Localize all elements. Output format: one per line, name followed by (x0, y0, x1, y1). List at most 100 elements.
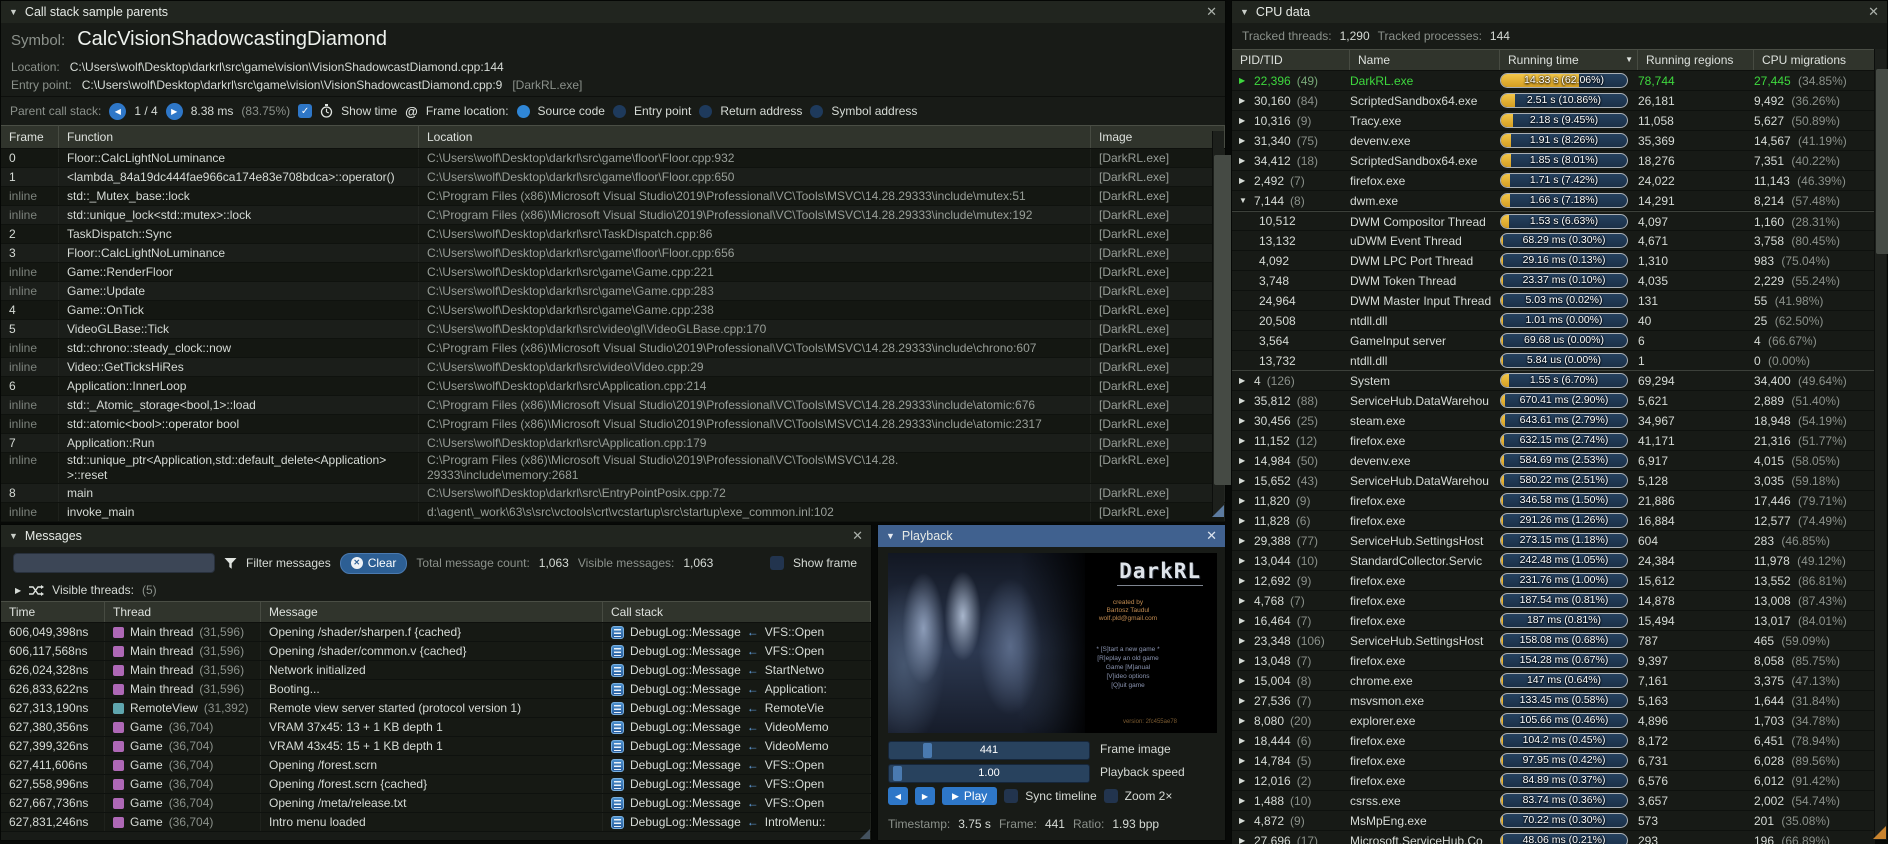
expand-arrow-icon[interactable]: ▶ (1239, 111, 1248, 130)
callstack-row[interactable]: inlinestd::unique_ptr<Application,std::d… (1, 453, 1225, 484)
expand-arrow-icon[interactable]: ▶ (1239, 771, 1248, 790)
message-row[interactable]: 606,049,398nsMain thread(31,596)Opening … (1, 623, 871, 642)
column-header[interactable]: Name (1350, 50, 1500, 70)
process-row[interactable]: 4,092DWM LPC Port Thread29.16 ms (0.13%)… (1232, 251, 1875, 271)
message-row[interactable]: 627,667,736nsGame(36,704)Opening /meta/r… (1, 794, 871, 813)
process-row[interactable]: 3,564GameInput server69.68 us (0.00%)64 … (1232, 331, 1875, 351)
process-row[interactable]: ▶14,784(5)firefox.exe97.95 ms (0.42%)6,7… (1232, 751, 1875, 771)
expand-arrow-icon[interactable]: ▶ (1239, 491, 1248, 510)
zoom-2x-checkbox[interactable] (1104, 789, 1118, 803)
process-row[interactable]: ▶10,316(9)Tracy.exe2.18 s (9.45%)11,0585… (1232, 111, 1875, 131)
process-row[interactable]: ▶27,696(17)Microsoft.ServiceHub.Co48.06 … (1232, 831, 1875, 844)
filter-messages-label[interactable]: Filter messages (246, 556, 331, 570)
callstack-cell[interactable]: DebugLog::Message←VideoMemo (603, 718, 871, 736)
process-row[interactable]: ▶14,984(50)devenv.exe584.69 ms (2.53%)6,… (1232, 451, 1875, 471)
process-row[interactable]: ▶30,160(84)ScriptedSandbox64.exe2.51 s (… (1232, 91, 1875, 111)
process-row[interactable]: ▶4,768(7)firefox.exe187.54 ms (0.81%)14,… (1232, 591, 1875, 611)
callstack-row[interactable]: inlinestd::_Mutex_base::lockC:\Program F… (1, 187, 1225, 206)
callstack-cell[interactable]: DebugLog::Message←Application: (603, 680, 871, 698)
message-row[interactable]: 626,833,622nsMain thread(31,596)Booting.… (1, 680, 871, 699)
speed-slider[interactable]: 1.00 (888, 764, 1090, 783)
clear-button[interactable]: ✕ Clear (340, 553, 408, 574)
process-row[interactable]: ▶22,396(49)DarkRL.exe14.33 s (62.06%)78,… (1232, 71, 1875, 91)
callstack-row[interactable]: 8mainC:\Users\wolf\Desktop\darkrl\src\En… (1, 484, 1225, 503)
expand-arrow-icon[interactable]: ▶ (1239, 651, 1248, 670)
process-row[interactable]: ▶11,820(9)firefox.exe346.58 ms (1.50%)21… (1232, 491, 1875, 511)
expand-arrow-icon[interactable]: ▶ (1239, 511, 1248, 530)
process-row[interactable]: ▶4,872(9)MsMpEng.exe70.22 ms (0.30%)5732… (1232, 811, 1875, 831)
expand-arrow-icon[interactable]: ▶ (1239, 791, 1248, 810)
resize-grip[interactable] (860, 829, 870, 839)
process-row[interactable]: ▶1,488(10)csrss.exe83.74 ms (0.36%)3,657… (1232, 791, 1875, 811)
process-row[interactable]: ▶8,080(20)explorer.exe105.66 ms (0.46%)4… (1232, 711, 1875, 731)
next-callstack-button[interactable]: ▶ (166, 103, 183, 120)
callstack-row[interactable]: 5VideoGLBase::TickC:\Users\wolf\Desktop\… (1, 320, 1225, 339)
process-row[interactable]: ▶15,652(43)ServiceHub.DataWarehou580.22 … (1232, 471, 1875, 491)
column-header[interactable]: Thread (105, 602, 261, 622)
expand-arrow-icon[interactable]: ▶ (1239, 391, 1248, 410)
column-header[interactable]: Running time▼ (1500, 50, 1638, 70)
message-row[interactable]: 627,831,246nsGame(36,704)Intro menu load… (1, 813, 871, 832)
message-row[interactable]: 627,558,996nsGame(36,704)Opening /forest… (1, 775, 871, 794)
message-row[interactable]: 627,411,606nsGame(36,704)Opening /forest… (1, 756, 871, 775)
column-header[interactable]: Running regions (1638, 50, 1754, 70)
process-row[interactable]: ▶11,828(6)firefox.exe291.26 ms (1.26%)16… (1232, 511, 1875, 531)
sync-timeline-checkbox[interactable] (1004, 789, 1018, 803)
radio-return-address[interactable] (699, 105, 712, 118)
process-row[interactable]: ▼7,144(8)dwm.exe1.66 s (7.18%)14,2918,21… (1232, 191, 1875, 211)
callstack-row[interactable]: inlinestd::atomic<bool>::operator boolC:… (1, 415, 1225, 434)
show-frame-checkbox[interactable] (770, 556, 784, 570)
process-row[interactable]: 13,732ntdll.dll5.84 us (0.00%)10 (0.00%) (1232, 351, 1875, 371)
process-row[interactable]: ▶34,412(18)ScriptedSandbox64.exe1.85 s (… (1232, 151, 1875, 171)
process-row[interactable]: ▶13,044(10)StandardCollector.Servic242.4… (1232, 551, 1875, 571)
prev-frame-button[interactable]: ◀ (888, 787, 908, 805)
callstack-row[interactable]: 1<lambda_84a19dc444fae966ca174e83e708bdc… (1, 168, 1225, 187)
expand-arrow-icon[interactable]: ▶ (1239, 591, 1248, 610)
expand-arrow-icon[interactable]: ▶ (1239, 711, 1248, 730)
process-row[interactable]: ▶30,456(25)steam.exe643.61 ms (2.79%)34,… (1232, 411, 1875, 431)
expand-arrow-icon[interactable]: ▶ (1239, 831, 1248, 844)
collapse-icon[interactable]: ▼ (9, 7, 18, 17)
callstack-row[interactable]: 2TaskDispatch::SyncC:\Users\wolf\Desktop… (1, 225, 1225, 244)
prev-callstack-button[interactable]: ◀ (109, 103, 126, 120)
expand-arrow-icon[interactable]: ▶ (1239, 91, 1248, 110)
close-icon[interactable]: ✕ (852, 528, 863, 544)
process-row[interactable]: 13,132uDWM Event Thread68.29 ms (0.30%)4… (1232, 231, 1875, 251)
expand-arrow-icon[interactable]: ▶ (1239, 691, 1248, 710)
play-button[interactable]: ▶Play (942, 787, 997, 805)
process-row[interactable]: ▶15,004(8)chrome.exe147 ms (0.64%)7,1613… (1232, 671, 1875, 691)
process-row[interactable]: ▶27,536(7)msvsmon.exe133.45 ms (0.58%)5,… (1232, 691, 1875, 711)
message-row[interactable]: 626,024,328nsMain thread(31,596)Network … (1, 661, 871, 680)
expand-arrow-icon[interactable]: ▶ (1239, 71, 1248, 90)
collapse-arrow-icon[interactable]: ▼ (1239, 191, 1248, 210)
column-header[interactable]: Image (1091, 126, 1225, 148)
resize-grip[interactable] (1212, 505, 1224, 517)
expand-arrow-icon[interactable]: ▶ (1239, 431, 1248, 450)
process-row[interactable]: ▶18,444(6)firefox.exe104.2 ms (0.45%)8,1… (1232, 731, 1875, 751)
callstack-cell[interactable]: DebugLog::Message←StartNetwo (603, 661, 871, 679)
column-header[interactable]: Time (1, 602, 105, 622)
callstack-cell[interactable]: DebugLog::Message←VFS::Open (603, 756, 871, 774)
process-row[interactable]: ▶12,016(2)firefox.exe84.89 ms (0.37%)6,5… (1232, 771, 1875, 791)
radio-symbol-address[interactable] (810, 105, 823, 118)
process-row[interactable]: ▶2,492(7)firefox.exe1.71 s (7.42%)24,022… (1232, 171, 1875, 191)
collapse-icon[interactable]: ▼ (9, 531, 18, 541)
expand-arrow-icon[interactable]: ▶ (1239, 371, 1248, 390)
expand-arrow-icon[interactable]: ▶ (1239, 731, 1248, 750)
column-header[interactable]: Call stack (603, 602, 871, 622)
process-row[interactable]: 3,748DWM Token Thread23.37 ms (0.10%)4,0… (1232, 271, 1875, 291)
message-row[interactable]: 627,313,190nsRemoteView(31,392)Remote vi… (1, 699, 871, 718)
callstack-row[interactable]: 0Floor::CalcLightNoLuminanceC:\Users\wol… (1, 149, 1225, 168)
close-icon[interactable]: ✕ (1868, 4, 1879, 20)
show-time-checkbox[interactable]: ✓ (298, 104, 312, 118)
expand-arrow-icon[interactable]: ▶ (1239, 551, 1248, 570)
expand-arrow-icon[interactable]: ▶ (1239, 451, 1248, 470)
callstack-row[interactable]: inlineinvoke_maind:\agent\_work\63\s\src… (1, 503, 1225, 522)
callstack-row[interactable]: inlineGame::RenderFloorC:\Users\wolf\Des… (1, 263, 1225, 282)
expand-arrow-icon[interactable]: ▶ (1239, 611, 1248, 630)
process-row[interactable]: 24,964DWM Master Input Thread5.03 ms (0.… (1232, 291, 1875, 311)
callstack-row[interactable]: inlinestd::unique_lock<std::mutex>::lock… (1, 206, 1225, 225)
process-row[interactable]: 20,508ntdll.dll1.01 ms (0.00%)4025 (62.5… (1232, 311, 1875, 331)
callstack-row[interactable]: inlinestd::_Atomic_storage<bool,1>::load… (1, 396, 1225, 415)
message-row[interactable]: 627,399,326nsGame(36,704)VRAM 43x45: 15 … (1, 737, 871, 756)
